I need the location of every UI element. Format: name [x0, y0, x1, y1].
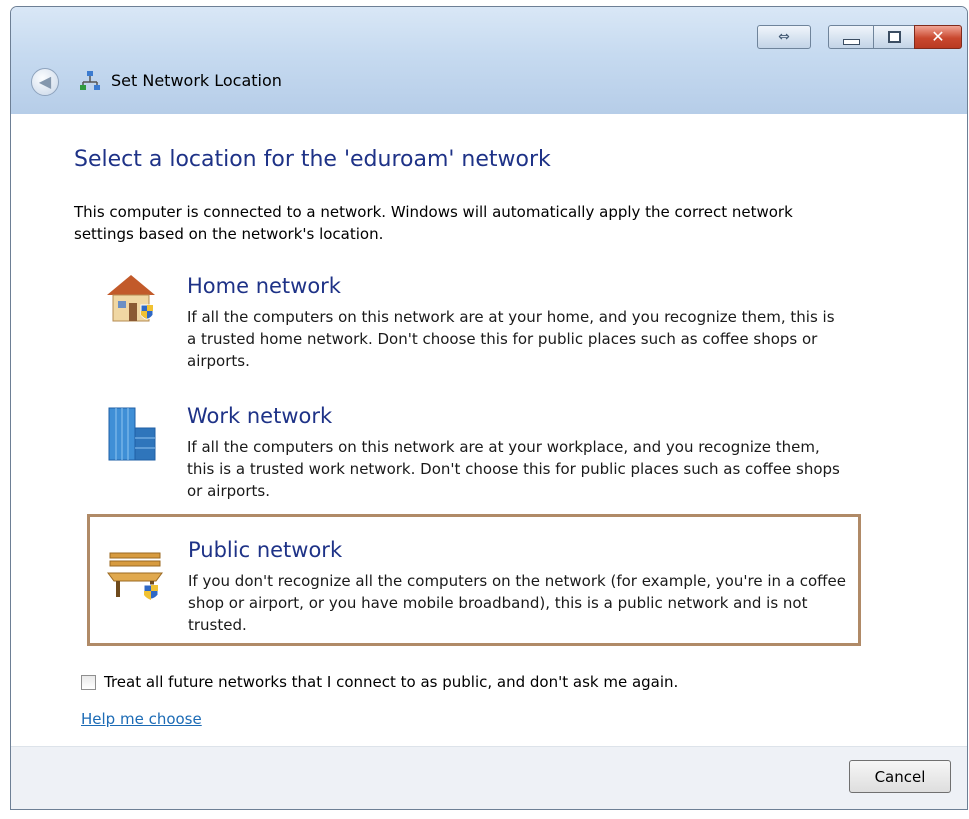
home-network-title: Home network — [187, 274, 341, 298]
resize-button[interactable]: ⇔ — [757, 25, 811, 49]
cancel-button[interactable]: Cancel — [849, 760, 951, 793]
network-icon — [80, 71, 100, 90]
work-network-title: Work network — [187, 404, 333, 428]
close-button[interactable]: ✕ — [914, 25, 962, 49]
dialog-footer: Cancel — [11, 746, 967, 809]
help-me-choose-link[interactable]: Help me choose — [81, 710, 202, 728]
resize-arrows-icon: ⇔ — [778, 29, 790, 45]
maximize-button[interactable] — [873, 25, 915, 49]
public-network-option[interactable]: Public network If you don't recognize al… — [87, 514, 861, 646]
treat-as-public-checkbox[interactable] — [81, 674, 96, 690]
minimize-icon — [842, 38, 860, 45]
maximize-icon — [887, 31, 901, 43]
set-network-location-window: ⇔ ✕ ◀ Set Network Location Select a loca… — [10, 6, 968, 810]
window-title: Set Network Location — [111, 71, 282, 90]
content-area: Select a location for the 'eduroam' netw… — [11, 114, 967, 747]
page-description: This computer is connected to a network.… — [74, 203, 793, 243]
treat-as-public-label[interactable]: Treat all future networks that I connect… — [104, 673, 678, 691]
public-network-title: Public network — [188, 538, 343, 562]
back-arrow-icon: ◀ — [38, 72, 52, 91]
minimize-button[interactable] — [828, 25, 874, 49]
work-network-option[interactable]: Work network If all the computers on thi… — [91, 404, 851, 529]
treat-as-public-row: Treat all future networks that I connect… — [81, 673, 678, 691]
house-icon — [107, 275, 155, 322]
work-network-description: If all the computers on this network are… — [187, 438, 840, 500]
office-building-icon — [108, 407, 156, 461]
back-button[interactable]: ◀ — [31, 68, 59, 96]
public-network-description: If you don't recognize all the computers… — [188, 572, 846, 634]
close-icon: ✕ — [931, 27, 945, 46]
park-bench-icon — [107, 552, 163, 600]
home-network-option[interactable]: Home network If all the computers on thi… — [91, 274, 851, 399]
home-network-description: If all the computers on this network are… — [187, 308, 835, 370]
page-heading: Select a location for the 'eduroam' netw… — [74, 147, 551, 172]
title-bar: ⇔ ✕ ◀ Set Network Location — [11, 7, 967, 115]
